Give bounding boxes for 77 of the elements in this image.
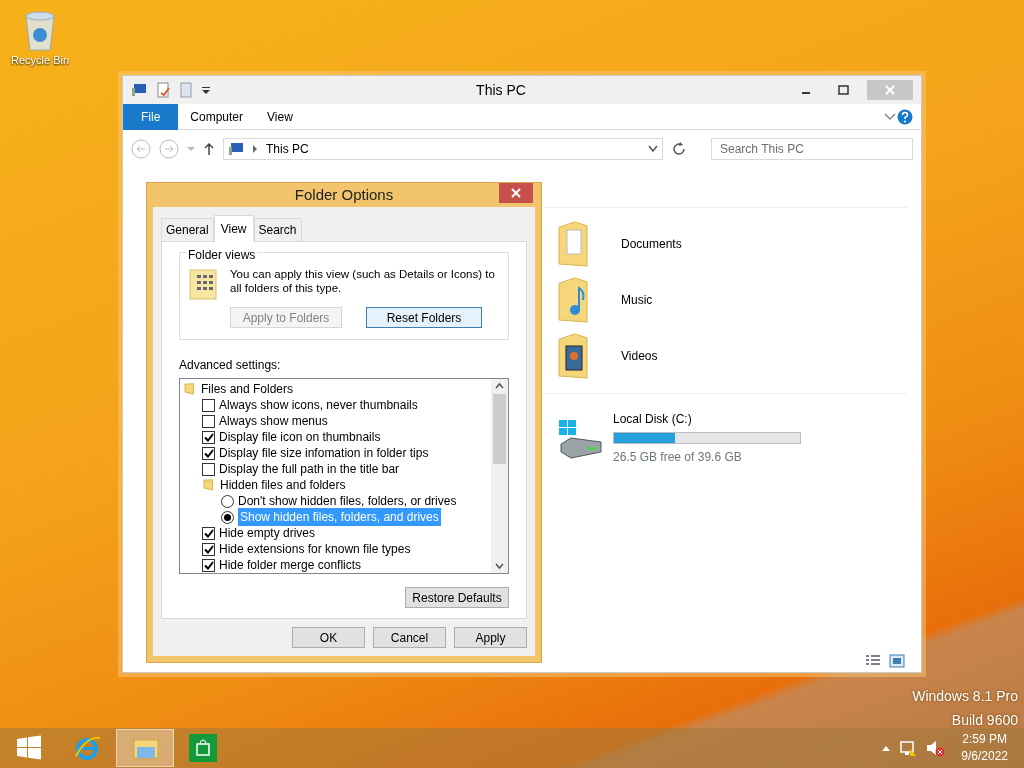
browser-icon: [73, 734, 101, 762]
refresh-icon[interactable]: [671, 141, 687, 157]
dialog-title: Folder Options: [294, 184, 394, 205]
ribbon-tab[interactable]: Computer: [178, 103, 256, 130]
file-tab[interactable]: File: [123, 103, 179, 130]
watermark-text: Windows 8.1 Pro: [912, 687, 1018, 706]
folder-label[interactable]: Documents: [621, 235, 682, 253]
radio-button[interactable]: [221, 494, 234, 508]
search-field[interactable]: Search This PC: [711, 138, 913, 160]
option-label[interactable]: Hide folder merge conflicts: [219, 556, 362, 574]
network-icon[interactable]: [899, 739, 918, 757]
option-label[interactable]: Always show icons, never thumbnails: [219, 396, 418, 414]
folder-icon: [202, 478, 216, 492]
drive-label[interactable]: Local Disk (C:): [613, 410, 801, 428]
checkbox[interactable]: [202, 542, 215, 556]
folder-icon: [183, 382, 197, 396]
checkbox[interactable]: [202, 558, 215, 572]
watermark-text: Build 9600: [950, 711, 1018, 730]
scrollbar[interactable]: [491, 379, 508, 573]
clock[interactable]: 2:59 PM 9/6/2022: [961, 731, 1008, 765]
description-text: You can apply this view (such as Details or Icons) to all folders of this type.: [230, 267, 496, 295]
checkbox[interactable]: [202, 526, 215, 540]
button[interactable]: Apply: [454, 627, 527, 648]
dropdown-icon[interactable]: [201, 85, 211, 95]
checkbox[interactable]: [202, 414, 215, 428]
properties-icon[interactable]: [155, 82, 171, 98]
large-icons-view-icon[interactable]: [889, 654, 905, 668]
checkbox[interactable]: [202, 430, 215, 444]
ribbon-tab[interactable]: View: [255, 103, 305, 130]
start-icon: [15, 734, 43, 762]
option-label[interactable]: Display file size infomation in folder tips: [219, 444, 429, 462]
checkbox[interactable]: [202, 446, 215, 460]
clock-time: 2:59 PM: [961, 731, 1008, 748]
drive-space-text: 26.5 GB free of 39.6 GB: [613, 449, 743, 466]
close-button[interactable]: [499, 183, 533, 203]
checkbox[interactable]: [202, 398, 215, 412]
button[interactable]: OK: [292, 627, 365, 648]
option-label[interactable]: Don't show hidden files, folders, or drives: [238, 492, 457, 510]
option-label[interactable]: Hide extensions for known file types: [219, 540, 411, 558]
computer-icon: [131, 83, 147, 97]
scroll-thumb: [493, 394, 506, 464]
radio-button[interactable]: [221, 510, 234, 524]
computer-icon: [228, 142, 244, 156]
tree-label: Hidden files and folders: [220, 477, 346, 494]
caret-up-icon[interactable]: [881, 744, 892, 752]
button[interactable]: Cancel: [373, 627, 446, 648]
scroll-down-icon[interactable]: [495, 562, 504, 570]
close-icon: [511, 188, 521, 198]
chevron-down-icon[interactable]: [648, 145, 658, 153]
tab[interactable]: View: [213, 215, 254, 242]
chevron-down-icon[interactable]: [883, 110, 897, 123]
recycle-bin-icon[interactable]: [22, 8, 58, 52]
up-arrow-icon[interactable]: [203, 142, 215, 156]
scroll-up-icon[interactable]: [495, 382, 504, 390]
folder-label[interactable]: Videos: [621, 347, 658, 365]
tab[interactable]: Search: [253, 218, 302, 241]
checkbox[interactable]: [202, 462, 215, 476]
window-title: This PC: [475, 80, 527, 100]
button[interactable]: Reset Folders: [366, 307, 482, 328]
option-label[interactable]: Always show menus: [219, 412, 328, 430]
close-icon: [884, 84, 896, 96]
address-bar[interactable]: This PC: [223, 138, 663, 160]
speaker-muted-icon[interactable]: [925, 739, 946, 757]
restore-defaults-button[interactable]: Restore Defaults: [405, 587, 509, 608]
tree-label: Files and Folders: [201, 381, 294, 398]
tab[interactable]: General: [161, 218, 214, 241]
option-label[interactable]: Display the full path in the title bar: [219, 460, 400, 478]
details-view-icon[interactable]: [865, 654, 881, 668]
option-label[interactable]: Hide empty drives: [219, 524, 316, 542]
help-icon[interactable]: [897, 108, 913, 125]
chevron-right-icon: [252, 145, 258, 153]
folder-label[interactable]: Music: [621, 291, 653, 309]
option-label[interactable]: Display file icon on thumbnails: [219, 428, 381, 446]
address-text: This PC: [266, 141, 310, 158]
clock-date: 9/6/2022: [961, 748, 1008, 765]
store-icon: [189, 734, 217, 762]
section-label: Advanced settings:: [179, 357, 282, 374]
